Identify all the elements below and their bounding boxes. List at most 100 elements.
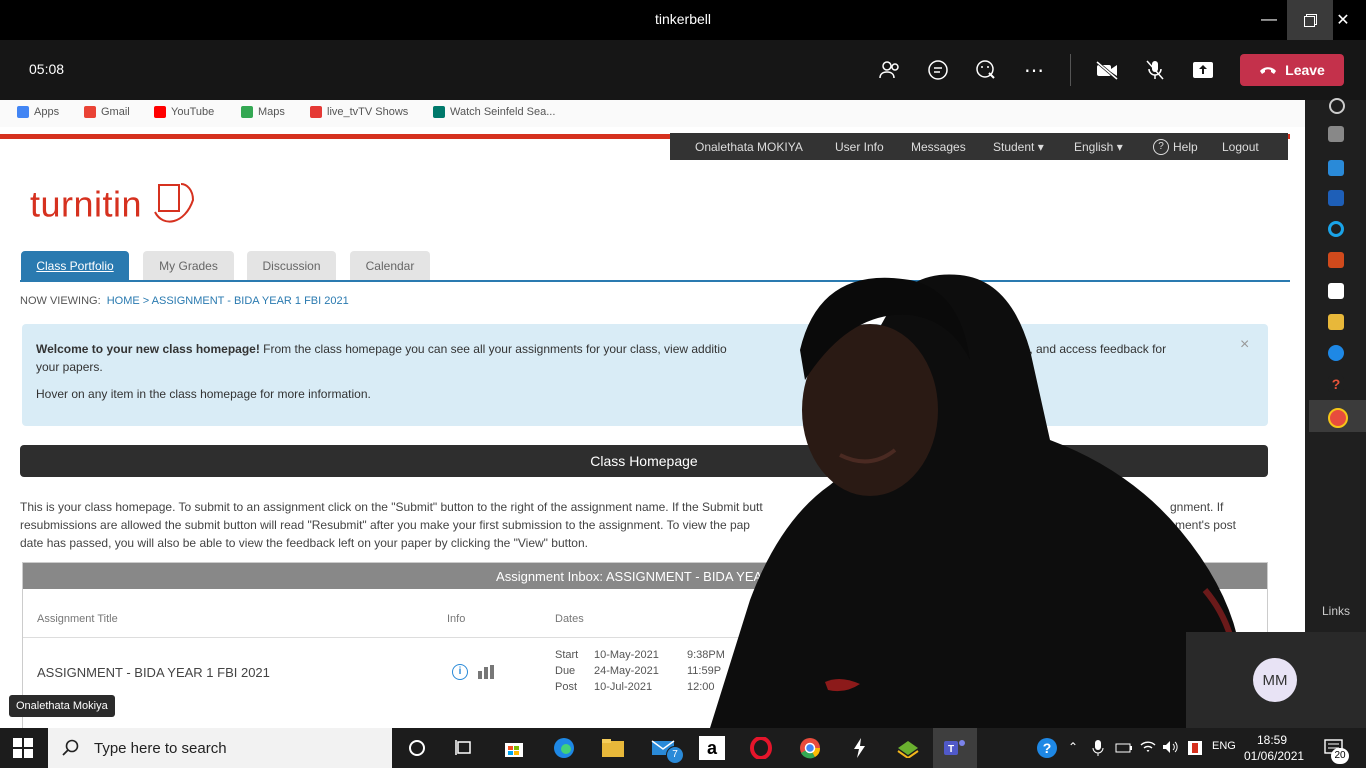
- nav-english-dropdown[interactable]: English ▾: [1074, 140, 1123, 154]
- tab-discussion[interactable]: Discussion: [247, 251, 336, 281]
- leave-button[interactable]: Leave: [1240, 54, 1344, 86]
- due-date: 24-May-2021: [594, 665, 659, 677]
- teams-icon[interactable]: T: [942, 736, 968, 760]
- logo-text: turnitin: [30, 183, 143, 225]
- bookmark-maps[interactable]: Maps: [241, 106, 285, 118]
- search-icon: [62, 739, 79, 756]
- participant-name-label: Onalethata Mokiya: [9, 695, 115, 717]
- breadcrumb: NOW VIEWING: HOME > ASSIGNMENT - BIDA YE…: [20, 295, 349, 307]
- amazon-icon[interactable]: a: [699, 736, 725, 760]
- bookmark-icon: [433, 106, 445, 118]
- post-date: 10-Jul-2021: [594, 681, 653, 693]
- chat-icon[interactable]: [922, 54, 954, 86]
- antivirus-icon[interactable]: [1187, 740, 1203, 761]
- more-options-icon[interactable]: ⋯: [1018, 54, 1050, 86]
- language-indicator[interactable]: ENG: [1212, 740, 1236, 752]
- notification-count-badge: 20: [1331, 748, 1349, 764]
- reactions-icon[interactable]: [970, 54, 1002, 86]
- nav-help[interactable]: Help: [1173, 140, 1198, 154]
- system-clock[interactable]: 18:59 01/06/2021: [1244, 732, 1305, 764]
- phone-hangup-icon: [1260, 67, 1277, 74]
- youtube-icon: [154, 106, 166, 118]
- minimize-button[interactable]: —: [1246, 0, 1292, 40]
- share-screen-icon[interactable]: [1187, 54, 1219, 86]
- nav-messages[interactable]: Messages: [911, 140, 966, 154]
- microsoft-store-icon[interactable]: [501, 736, 527, 760]
- date-label-start: Start: [555, 649, 579, 661]
- word-icon: [1328, 190, 1344, 206]
- date-label-post: Post: [555, 681, 578, 693]
- welcome-line-2: your papers.: [36, 360, 103, 374]
- bookmark-live-tv[interactable]: live_tvTV Shows: [310, 106, 408, 118]
- leave-label: Leave: [1285, 62, 1325, 78]
- participants-icon[interactable]: [874, 54, 906, 86]
- camera-off-icon[interactable]: [1091, 54, 1123, 86]
- office-icon: [1328, 252, 1344, 268]
- clock-date: 01/06/2021: [1244, 749, 1305, 763]
- apps-icon: [17, 106, 29, 118]
- volume-icon[interactable]: [1162, 740, 1180, 759]
- tab-my-grades[interactable]: My Grades: [143, 251, 234, 281]
- edge-icon: [1328, 345, 1344, 361]
- close-button[interactable]: ✕: [1320, 0, 1366, 40]
- links-label: Links: [1322, 604, 1351, 618]
- bookmark-seinfeld[interactable]: Watch Seinfeld Sea...: [433, 106, 555, 118]
- info-icon[interactable]: i: [452, 664, 468, 680]
- mail-badge: 7: [666, 746, 684, 764]
- wifi-icon[interactable]: [1140, 740, 1156, 759]
- turnitin-logo[interactable]: turnitin: [30, 182, 197, 232]
- date-label-due: Due: [555, 665, 576, 677]
- bookmarks-bar: Apps Gmail YouTube Maps live_tvTV Shows …: [0, 100, 1305, 127]
- toolbar-divider: [1070, 54, 1071, 86]
- task-view-icon: [1328, 126, 1344, 142]
- cortana-ring-icon: [1328, 221, 1344, 237]
- tab-class-portfolio[interactable]: Class Portfolio: [21, 251, 129, 281]
- tab-calendar[interactable]: Calendar: [350, 251, 430, 281]
- file-explorer-icon[interactable]: [600, 736, 626, 760]
- search-placeholder: Type here to search: [94, 739, 227, 757]
- maps-icon: [241, 106, 253, 118]
- show-hidden-icons-icon[interactable]: ⌃: [1068, 740, 1078, 754]
- help-icon: ?: [1153, 139, 1169, 155]
- meeting-timer: 05:08: [29, 61, 65, 77]
- now-viewing-label: NOW VIEWING:: [20, 295, 101, 307]
- tv-icon: [310, 106, 322, 118]
- opera-icon[interactable]: [748, 736, 774, 760]
- chrome-icon: [1328, 408, 1348, 428]
- turnitin-logo-mark: [153, 183, 194, 223]
- turnitin-top-nav: Onalethata MOKIYA User Info Messages Stu…: [670, 133, 1288, 160]
- store-icon: [1328, 283, 1344, 299]
- clock-time: 18:59: [1256, 733, 1288, 747]
- taskbar-search-box[interactable]: Type here to search: [48, 728, 392, 768]
- bookmark-gmail[interactable]: Gmail: [84, 106, 130, 118]
- column-dates: Dates: [555, 613, 584, 625]
- gmail-icon: [84, 106, 96, 118]
- breadcrumb-path[interactable]: HOME > ASSIGNMENT - BIDA YEAR 1 FBI 2021: [107, 295, 349, 307]
- nav-logout[interactable]: Logout: [1222, 140, 1259, 154]
- participant-video: [710, 274, 1250, 728]
- app-bolt-icon[interactable]: [846, 736, 872, 760]
- cortana-circle-icon[interactable]: [404, 736, 430, 760]
- app-icon: ?: [1328, 376, 1344, 392]
- mail-icon: [1328, 160, 1344, 176]
- microphone-muted-icon[interactable]: [1139, 54, 1171, 86]
- bookmark-apps[interactable]: Apps: [17, 106, 59, 118]
- bluestacks-icon[interactable]: [895, 736, 921, 760]
- nav-user-name[interactable]: Onalethata MOKIYA: [695, 140, 803, 154]
- windows-start-icon[interactable]: [13, 738, 33, 763]
- welcome-line-3: Hover on any item in the class homepage …: [36, 387, 371, 401]
- column-info: Info: [447, 613, 466, 625]
- stats-icon[interactable]: [478, 665, 494, 684]
- battery-icon[interactable]: [1115, 741, 1133, 760]
- chrome-browser-icon[interactable]: [797, 736, 823, 760]
- task-view-icon[interactable]: [452, 736, 478, 760]
- help-icon[interactable]: ?: [1037, 738, 1057, 758]
- nav-user-info[interactable]: User Info: [835, 140, 884, 154]
- svg-text:T: T: [948, 744, 954, 755]
- edge-browser-icon[interactable]: [551, 736, 577, 760]
- nav-student-dropdown[interactable]: Student ▾: [993, 140, 1044, 154]
- bookmark-youtube[interactable]: YouTube: [154, 106, 214, 118]
- avatar[interactable]: MM: [1253, 658, 1297, 702]
- microphone-tray-icon: [1092, 739, 1104, 762]
- shared-desktop-taskbar: [1305, 100, 1366, 632]
